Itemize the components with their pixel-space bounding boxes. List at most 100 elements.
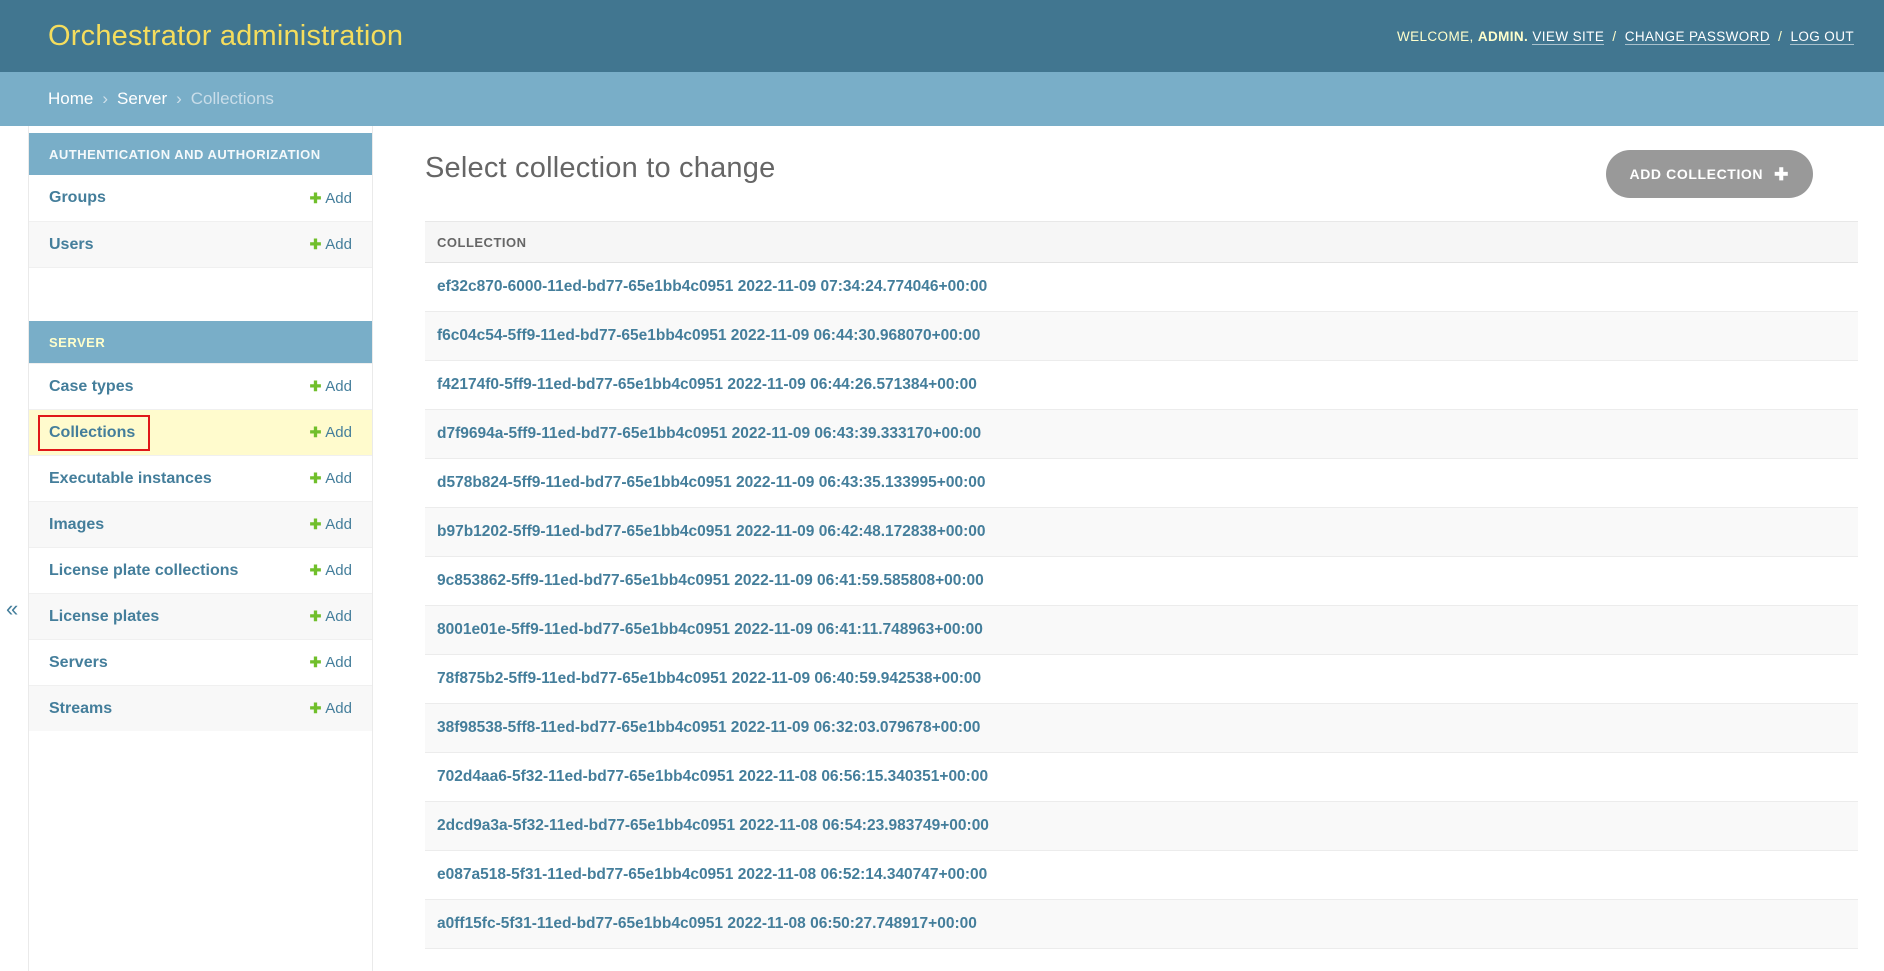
- collection-link[interactable]: 2dcd9a3a-5f32-11ed-bd77-65e1bb4c0951 202…: [437, 817, 989, 835]
- add-executable-instances-link[interactable]: ✚Add: [310, 470, 352, 487]
- collection-link[interactable]: f6c04c54-5ff9-11ed-bd77-65e1bb4c0951 202…: [437, 327, 980, 345]
- table-row: f42174f0-5ff9-11ed-bd77-65e1bb4c0951 202…: [425, 361, 1858, 410]
- sidebar-section-server[interactable]: SERVER: [29, 321, 372, 363]
- add-license-plate-collections-link[interactable]: ✚Add: [310, 562, 352, 579]
- table-row: e087a518-5f31-11ed-bd77-65e1bb4c0951 202…: [425, 851, 1858, 900]
- table-row: 702d4aa6-5f32-11ed-bd77-65e1bb4c0951 202…: [425, 753, 1858, 802]
- breadcrumb-current: Collections: [191, 89, 274, 109]
- user-tools-separator: /: [1778, 29, 1782, 44]
- table-row: b97b1202-5ff9-11ed-bd77-65e1bb4c0951 202…: [425, 508, 1858, 557]
- add-collection-button[interactable]: ADD COLLECTION ✚: [1606, 150, 1813, 198]
- table-header-row: COLLECTION: [425, 221, 1858, 263]
- plus-icon: ✚: [1774, 166, 1789, 183]
- sidebar-item-users: Users ✚Add: [29, 221, 372, 267]
- site-title[interactable]: Orchestrator administration: [48, 20, 403, 53]
- plus-icon: ✚: [310, 236, 322, 252]
- add-license-plates-link[interactable]: ✚Add: [310, 608, 352, 625]
- plus-icon: ✚: [310, 700, 322, 716]
- sidebar-link-license-plates[interactable]: License plates: [49, 608, 159, 626]
- collection-link[interactable]: f42174f0-5ff9-11ed-bd77-65e1bb4c0951 202…: [437, 376, 977, 394]
- add-collection-label: ADD COLLECTION: [1630, 166, 1764, 182]
- add-streams-link[interactable]: ✚Add: [310, 700, 352, 717]
- user-tools-separator: /: [1612, 29, 1616, 44]
- sidebar-link-users[interactable]: Users: [49, 236, 93, 254]
- collection-link[interactable]: 78f875b2-5ff9-11ed-bd77-65e1bb4c0951 202…: [437, 670, 981, 688]
- table-row: d7f9694a-5ff9-11ed-bd77-65e1bb4c0951 202…: [425, 410, 1858, 459]
- add-case-types-link[interactable]: ✚Add: [310, 378, 352, 395]
- sidebar-link-executable-instances[interactable]: Executable instances: [49, 470, 212, 488]
- annotation-highlight-box: Collections: [38, 415, 150, 451]
- sidebar-item-streams: Streams ✚Add: [29, 685, 372, 731]
- table-row: f6c04c54-5ff9-11ed-bd77-65e1bb4c0951 202…: [425, 312, 1858, 361]
- add-servers-link[interactable]: ✚Add: [310, 654, 352, 671]
- breadcrumb-separator: ›: [102, 89, 108, 109]
- add-images-link[interactable]: ✚Add: [310, 516, 352, 533]
- sidebar: AUTHENTICATION AND AUTHORIZATION Groups ✚A…: [28, 126, 373, 971]
- user-tools: WELCOME, ADMIN. VIEW SITE / CHANGE PASSW…: [1397, 29, 1854, 44]
- column-header-collection[interactable]: COLLECTION: [437, 235, 527, 250]
- page-body: « AUTHENTICATION AND AUTHORIZATIONGroups…: [0, 126, 1884, 971]
- sidebar-link-license-plate-collections[interactable]: License plate collections: [49, 562, 238, 580]
- change-password-link[interactable]: CHANGE PASSWORD: [1625, 29, 1770, 45]
- object-tools: ADD COLLECTION ✚: [1606, 150, 1813, 198]
- plus-icon: ✚: [310, 424, 322, 440]
- main-content: Select collection to change ADD COLLECTI…: [425, 126, 1858, 949]
- collection-link[interactable]: b97b1202-5ff9-11ed-bd77-65e1bb4c0951 202…: [437, 523, 985, 541]
- add-users-link[interactable]: ✚Add: [310, 236, 352, 253]
- collection-link[interactable]: d578b824-5ff9-11ed-bd77-65e1bb4c0951 202…: [437, 474, 985, 492]
- sidebar-section-spacer: [29, 267, 372, 321]
- sidebar-section-authentication-and-authorization[interactable]: AUTHENTICATION AND AUTHORIZATION: [29, 133, 372, 175]
- username: ADMIN.: [1478, 29, 1528, 44]
- collection-link[interactable]: a0ff15fc-5f31-11ed-bd77-65e1bb4c0951 202…: [437, 915, 977, 933]
- breadcrumb-server[interactable]: Server: [117, 89, 167, 109]
- plus-icon: ✚: [310, 516, 322, 532]
- collection-link[interactable]: 38f98538-5ff8-11ed-bd77-65e1bb4c0951 202…: [437, 719, 980, 737]
- collection-table: COLLECTION ef32c870-6000-11ed-bd77-65e1b…: [425, 221, 1858, 949]
- collection-link[interactable]: 8001e01e-5ff9-11ed-bd77-65e1bb4c0951 202…: [437, 621, 983, 639]
- add-collections-link[interactable]: ✚Add: [310, 424, 352, 441]
- sidebar-item-images: Images ✚Add: [29, 501, 372, 547]
- sidebar-link-case-types[interactable]: Case types: [49, 378, 134, 396]
- table-row: 38f98538-5ff8-11ed-bd77-65e1bb4c0951 202…: [425, 704, 1858, 753]
- sidebar-link-streams[interactable]: Streams: [49, 700, 112, 718]
- sidebar-item-license-plates: License plates ✚Add: [29, 593, 372, 639]
- sidebar-item-license-plate-collections: License plate collections ✚Add: [29, 547, 372, 593]
- table-row: 9c853862-5ff9-11ed-bd77-65e1bb4c0951 202…: [425, 557, 1858, 606]
- plus-icon: ✚: [310, 190, 322, 206]
- sidebar-item-case-types: Case types ✚Add: [29, 363, 372, 409]
- table-row: d578b824-5ff9-11ed-bd77-65e1bb4c0951 202…: [425, 459, 1858, 508]
- plus-icon: ✚: [310, 608, 322, 624]
- table-row: 78f875b2-5ff9-11ed-bd77-65e1bb4c0951 202…: [425, 655, 1858, 704]
- table-body: ef32c870-6000-11ed-bd77-65e1bb4c0951 202…: [425, 263, 1858, 949]
- collection-link[interactable]: d7f9694a-5ff9-11ed-bd77-65e1bb4c0951 202…: [437, 425, 981, 443]
- sidebar-link-images[interactable]: Images: [49, 516, 104, 534]
- collection-link[interactable]: 702d4aa6-5f32-11ed-bd77-65e1bb4c0951 202…: [437, 768, 988, 786]
- log-out-link[interactable]: LOG OUT: [1790, 29, 1854, 45]
- breadcrumb-separator: ›: [176, 89, 182, 109]
- sidebar-item-collections: Collections ✚Add: [29, 409, 372, 455]
- table-row: 2dcd9a3a-5f32-11ed-bd77-65e1bb4c0951 202…: [425, 802, 1858, 851]
- breadcrumb: Home › Server › Collections: [0, 72, 1884, 126]
- plus-icon: ✚: [310, 654, 322, 670]
- collection-link[interactable]: 9c853862-5ff9-11ed-bd77-65e1bb4c0951 202…: [437, 572, 984, 590]
- sidebar-link-servers[interactable]: Servers: [49, 654, 108, 672]
- plus-icon: ✚: [310, 378, 322, 394]
- sidebar-link-collections[interactable]: Collections: [49, 424, 135, 441]
- sidebar-link-groups[interactable]: Groups: [49, 189, 106, 207]
- table-row: ef32c870-6000-11ed-bd77-65e1bb4c0951 202…: [425, 263, 1858, 312]
- view-site-link[interactable]: VIEW SITE: [1532, 29, 1604, 45]
- app-header: Orchestrator administration WELCOME, ADM…: [0, 0, 1884, 72]
- collection-link[interactable]: e087a518-5f31-11ed-bd77-65e1bb4c0951 202…: [437, 866, 987, 884]
- collection-link[interactable]: ef32c870-6000-11ed-bd77-65e1bb4c0951 202…: [437, 278, 987, 296]
- table-row: 8001e01e-5ff9-11ed-bd77-65e1bb4c0951 202…: [425, 606, 1858, 655]
- sidebar-item-executable-instances: Executable instances ✚Add: [29, 455, 372, 501]
- plus-icon: ✚: [310, 562, 322, 578]
- add-groups-link[interactable]: ✚Add: [310, 190, 352, 207]
- breadcrumb-home[interactable]: Home: [48, 89, 93, 109]
- welcome-text: WELCOME,: [1397, 29, 1474, 44]
- table-row: a0ff15fc-5f31-11ed-bd77-65e1bb4c0951 202…: [425, 900, 1858, 949]
- sidebar-item-groups: Groups ✚Add: [29, 175, 372, 221]
- sidebar-sections: AUTHENTICATION AND AUTHORIZATION Groups ✚A…: [29, 133, 372, 731]
- plus-icon: ✚: [310, 470, 322, 486]
- sidebar-collapse-toggle[interactable]: «: [6, 598, 18, 620]
